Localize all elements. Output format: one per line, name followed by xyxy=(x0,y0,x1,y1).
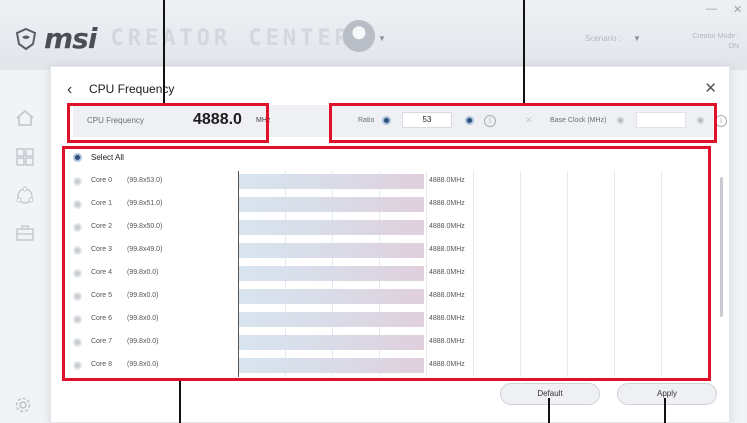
creator-mode-status: Creator Mode : ON xyxy=(692,32,739,52)
home-icon[interactable] xyxy=(14,107,36,129)
minimize-icon[interactable]: — xyxy=(706,3,717,15)
msi-shield-icon xyxy=(15,27,37,50)
callout-line xyxy=(163,0,165,103)
scenario-label: Scenario : xyxy=(585,34,622,43)
core-list-highlight xyxy=(62,146,711,381)
chevron-left-icon[interactable]: ‹ xyxy=(67,81,72,99)
callout-line xyxy=(664,398,666,423)
toolbox-icon[interactable] xyxy=(14,222,36,244)
creator-mode-value: ON xyxy=(728,43,740,50)
settings-gear-icon[interactable] xyxy=(14,396,32,414)
chevron-down-icon[interactable]: ▼ xyxy=(378,34,386,43)
creator-mode-label: Creator Mode : xyxy=(692,33,739,40)
app-logo: msi CREATOR CENTER xyxy=(14,22,352,55)
ratio-baseclock-highlight xyxy=(329,103,717,143)
user-avatar[interactable] xyxy=(343,20,375,52)
close-icon[interactable]: ✕ xyxy=(704,79,717,97)
default-button[interactable]: Default xyxy=(500,383,600,405)
grid-icon[interactable] xyxy=(14,146,36,168)
title-bar: msi CREATOR CENTER ▼ Scenario : ▼ Creato… xyxy=(0,0,747,70)
brand-name: msi xyxy=(44,22,97,55)
frequency-display-highlight xyxy=(67,103,269,143)
callout-line xyxy=(523,0,525,103)
window-close-icon[interactable]: ✕ xyxy=(733,3,742,16)
connection-icon[interactable] xyxy=(14,185,36,207)
apply-button[interactable]: Apply xyxy=(617,383,717,405)
callout-line xyxy=(179,381,181,423)
dialog-title: CPU Frequency xyxy=(89,82,175,96)
scrollbar[interactable] xyxy=(720,177,723,317)
callout-line xyxy=(548,398,550,423)
scenario-dropdown-icon[interactable]: ▼ xyxy=(633,34,641,43)
product-name: CREATOR CENTER xyxy=(110,26,352,51)
